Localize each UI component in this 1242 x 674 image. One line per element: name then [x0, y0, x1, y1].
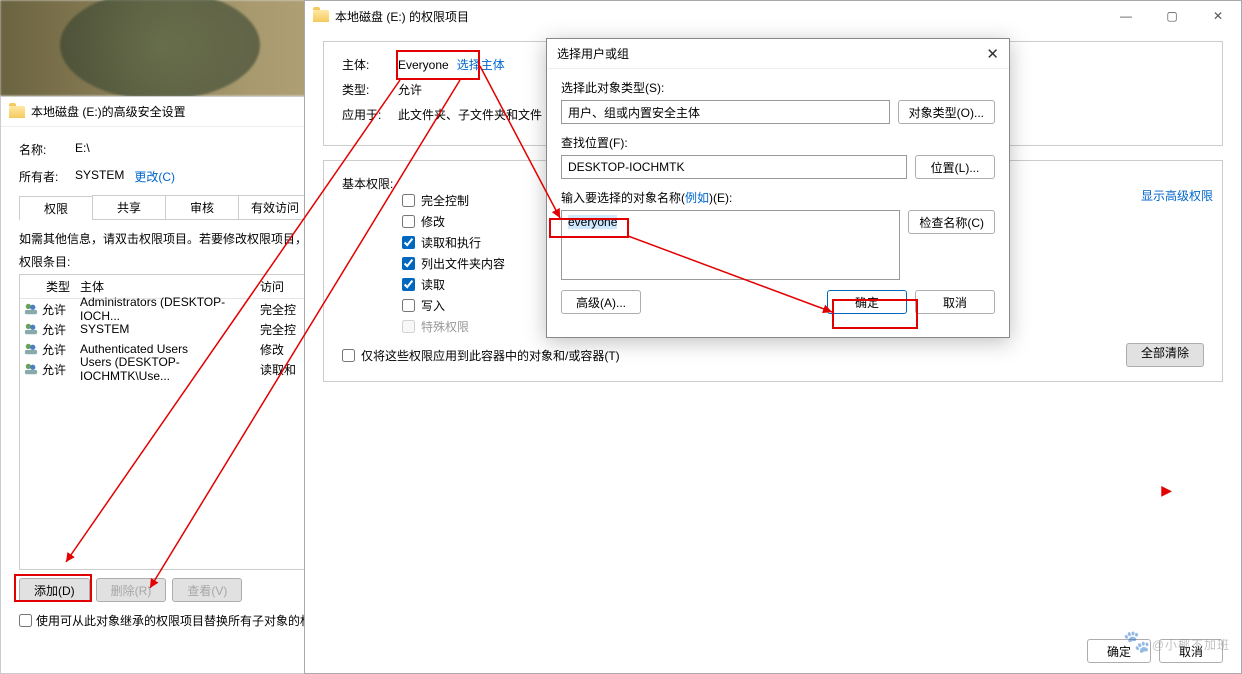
mid-titlebar: 本地磁盘 (E:) 的权限项目 — ▢ ✕: [305, 1, 1241, 31]
replace-checkbox[interactable]: [19, 614, 32, 627]
subject-value: Everyone: [398, 58, 449, 72]
change-owner-link[interactable]: 更改(C): [134, 168, 175, 185]
mid-title: 本地磁盘 (E:) 的权限项目: [335, 8, 469, 25]
perm-read-cb[interactable]: [402, 278, 415, 291]
users-icon: [20, 302, 42, 316]
add-button[interactable]: 添加(D): [19, 578, 90, 602]
name-label: 名称:: [19, 141, 75, 158]
close-button[interactable]: ✕: [1195, 1, 1241, 31]
objtype-input[interactable]: [561, 100, 890, 124]
users-icon: [20, 322, 42, 336]
perm-listfolder-cb[interactable]: [402, 257, 415, 270]
replace-label: 使用可从此对象继承的权限项目替换所有子对象的权限: [36, 612, 324, 629]
top-cancel-button[interactable]: 取消: [915, 290, 995, 314]
objtype-button[interactable]: 对象类型(O)...: [898, 100, 995, 124]
type-label: 类型:: [342, 81, 398, 98]
folder-icon: [313, 10, 329, 22]
select-user-dialog: 选择用户或组 ✕ 选择此对象类型(S): 对象类型(O)... 查找位置(F):…: [546, 38, 1010, 338]
loc-input[interactable]: [561, 155, 907, 179]
loc-button[interactable]: 位置(L)...: [915, 155, 995, 179]
perm-modify-cb[interactable]: [402, 215, 415, 228]
tab-effective[interactable]: 有效访问: [238, 195, 312, 219]
loc-label: 查找位置(F):: [561, 134, 995, 151]
tab-permissions[interactable]: 权限: [19, 196, 93, 220]
perm-fullcontrol-cb[interactable]: [402, 194, 415, 207]
subject-label: 主体:: [342, 56, 398, 73]
name-label: 输入要选择的对象名称(例如)(E):: [561, 189, 995, 206]
top-ok-button[interactable]: 确定: [827, 290, 907, 314]
play-icon: ▶: [1161, 482, 1172, 499]
users-icon: [20, 342, 42, 356]
perm-readexec-cb[interactable]: [402, 236, 415, 249]
apply-label: 应用于:: [342, 106, 398, 123]
top-title: 选择用户或组: [557, 45, 629, 62]
name-value: E:\: [75, 141, 90, 158]
apply-only-cb[interactable]: [342, 349, 355, 362]
name-textarea[interactable]: everyone: [561, 210, 900, 280]
show-advanced-link[interactable]: 显示高级权限: [1141, 187, 1213, 204]
type-value: 允许: [398, 81, 422, 98]
perm-write-cb[interactable]: [402, 299, 415, 312]
objtype-label: 选择此对象类型(S):: [561, 79, 995, 96]
apply-value: 此文件夹、子文件夹和文件: [398, 106, 542, 123]
owner-value: SYSTEM: [75, 168, 124, 185]
window-title: 本地磁盘 (E:)的高级安全设置: [31, 103, 186, 120]
minimize-button[interactable]: —: [1103, 1, 1149, 31]
perm-special-cb: [402, 320, 415, 333]
advanced-button[interactable]: 高级(A)...: [561, 290, 641, 314]
select-subject-link[interactable]: 选择主体: [457, 56, 505, 73]
view-button[interactable]: 查看(V): [172, 578, 242, 602]
col-type[interactable]: 类型: [20, 278, 80, 295]
close-icon[interactable]: ✕: [986, 45, 999, 63]
clear-all-button[interactable]: 全部清除: [1126, 343, 1204, 367]
maximize-button[interactable]: ▢: [1149, 1, 1195, 31]
tab-audit[interactable]: 审核: [165, 195, 239, 219]
watermark: 🐾@小椰不加班: [1123, 624, 1230, 656]
col-access[interactable]: 访问: [260, 278, 310, 295]
col-subject[interactable]: 主体: [80, 278, 260, 295]
remove-button[interactable]: 删除(R): [96, 578, 167, 602]
check-names-button[interactable]: 检查名称(C): [908, 210, 995, 234]
users-icon: [20, 362, 42, 376]
owner-label: 所有者:: [19, 168, 75, 185]
folder-icon: [9, 106, 25, 118]
tab-share[interactable]: 共享: [92, 195, 166, 219]
